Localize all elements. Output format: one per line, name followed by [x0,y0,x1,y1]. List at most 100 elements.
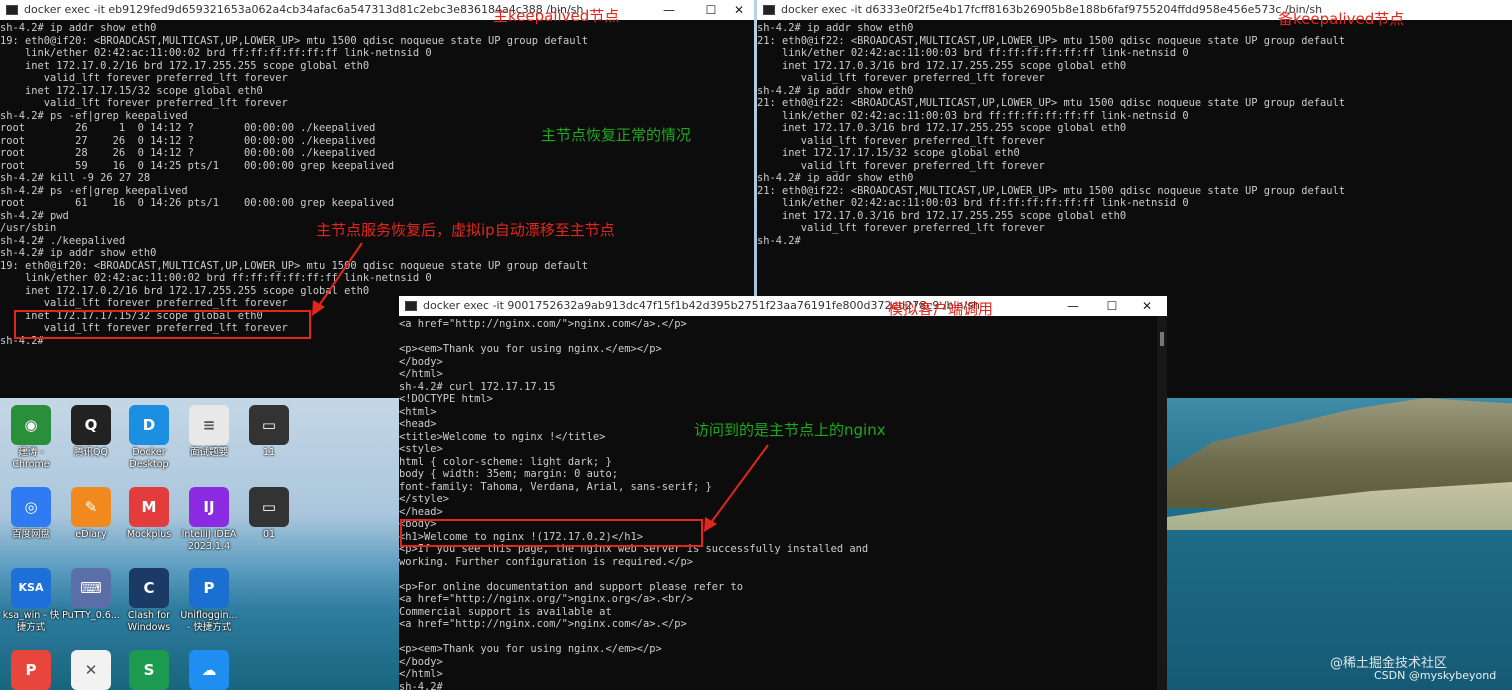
highlight-box-vip [14,310,311,339]
terminal-line: sh-4.2# ip addr show eth0 [0,22,157,34]
terminal-line: root 59 16 0 14:25 pts/1 00:00:00 grep k… [0,159,395,172]
scrollbar[interactable] [1157,316,1167,690]
terminal-line: 21: eth0@if22: <BROADCAST,MULTICAST,UP,L… [757,34,1346,47]
terminal-line: inet 172.17.0.2/16 brd 172.17.255.255 sc… [0,59,370,72]
terminal-line: html { color-scheme: light dark; } [399,455,612,468]
desktop-icon-label: 11 [262,447,276,458]
desktop-icon[interactable]: ⌨ PuTTY_0.6... [60,568,122,622]
terminal-line: <p>For online documentation and support … [399,580,744,593]
terminal-line: </body> [399,355,443,368]
terminal-line: valid_lft forever preferred_lft forever [0,97,288,109]
terminal-line: body { width: 35em; margin: 0 auto; [399,468,618,480]
desktop-icon-label: 建涛 - Chrome [12,447,50,470]
terminal-line: valid_lft forever preferred_lft forever [757,222,1045,234]
terminal-line: font-family: Tahoma, Verdana, Arial, san… [399,480,712,493]
desktop-icon-label: Mockplus [126,529,172,540]
terminal-line: inet 172.17.17.15/32 scope global eth0 [757,147,1020,159]
ediary-icon: ✎ [71,487,111,527]
terminal-line: <a href="http://nginx.org/">nginx.org</a… [399,593,694,605]
minimize-button[interactable]: — [652,0,686,20]
terminal-line: </html> [399,368,443,380]
terminal-line: <html> [399,405,437,418]
client-terminal-window[interactable]: docker exec -it 9001752632a9ab913dc47f15… [399,296,1167,690]
terminal-line: </html> [399,668,443,680]
terminal-icon [6,5,18,15]
watermark-csdn: CSDN @myskybeyond [1374,669,1497,682]
desktop-icon[interactable]: C Clash for Windows [118,568,180,634]
desktop-icon[interactable]: ≡ 面试题要 [178,405,240,459]
docker-whale-icon: D [129,405,169,445]
desktop-icon-label: Unifloggin... - 快捷方式 [180,610,238,633]
highlight-box-h1 [400,519,703,547]
terminal-line: sh-4.2# ip addr show eth0 [0,247,157,259]
terminal-line: sh-4.2# [757,234,808,247]
desktop-icon-label: 01 [262,529,276,540]
minimize-button[interactable]: — [1056,296,1090,316]
desktop-icon-label: eDiary [75,529,107,540]
terminal-line: link/ether 02:42:ac:11:00:02 brd ff:ff:f… [0,47,432,59]
desktop-icon[interactable]: ☁ [178,650,240,690]
desktop-icon[interactable]: Q 腾讯QQ [60,405,122,459]
scrollbar-thumb[interactable] [1160,332,1164,346]
desktop-icon[interactable]: ✎ eDiary [60,487,122,541]
spreadsheet-icon: S [129,650,169,690]
unifloggin-icon: P [189,568,229,608]
desktop-icon[interactable]: P Unifloggin... - 快捷方式 [178,568,240,634]
terminal-output[interactable]: <a href="http://nginx.com/">nginx.com</a… [399,318,1155,690]
annotation-primary-node: 主keepalived节点 [493,7,620,25]
terminal-line: link/ether 02:42:ac:11:00:03 brd ff:ff:f… [757,109,1189,122]
terminal-line: root 61 16 0 14:26 pts/1 00:00:00 grep k… [0,197,395,209]
desktop-icon-label: IntelliJ IDEA 2023.1.4 [181,529,237,552]
terminal-line: <!DOCTYPE html> [399,393,493,405]
desktop-icon-label: Docker Desktop [129,447,169,470]
terminal-line: 19: eth0@if20: <BROADCAST,MULTICAST,UP,L… [0,259,589,272]
desktop-icon-label: Clash for Windows [127,610,171,633]
terminal-line: 21: eth0@if22: <BROADCAST,MULTICAST,UP,L… [757,97,1346,109]
terminal-line: </style> [399,493,450,505]
wps-pdf-icon: P [11,650,51,690]
desktop-icon-label: 腾讯QQ [74,447,108,458]
terminal-line: </body> [399,655,443,668]
desktop-icon[interactable]: IJ IntelliJ IDEA 2023.1.4 [178,487,240,553]
terminal-line: sh-4.2# ip addr show eth0 [757,84,914,97]
desktop-icon[interactable]: KSA ksa_win - 快 捷方式 [0,568,62,634]
close-button[interactable]: ✕ [1130,296,1164,316]
terminal-line: link/ether 02:42:ac:11:00:03 brd ff:ff:f… [757,197,1189,209]
desktop-icon[interactable]: ▭ 11 [238,405,300,459]
desktop-icon[interactable]: ◎ 百度网盘 [0,487,62,541]
desktop-icon[interactable]: M Mockplus [118,487,180,541]
terminal-line: inet 172.17.0.3/16 brd 172.17.255.255 sc… [757,59,1127,72]
terminal-line: <style> [399,443,443,455]
desktop-icon[interactable]: ◉ 建涛 - Chrome [0,405,62,471]
terminal-line: link/ether 02:42:ac:11:00:02 brd ff:ff:f… [0,272,432,284]
terminal-line: working. Further configuration is requir… [399,555,694,568]
ksa-icon: KSA [11,568,51,608]
terminal-icon [763,5,775,15]
desktop-icon[interactable]: ✕ [60,650,122,690]
title-bar[interactable]: docker exec -it 9001752632a9ab913dc47f15… [399,296,1167,316]
putty-icon: ⌨ [71,568,111,608]
terminal-line: valid_lft forever preferred_lft forever [757,159,1045,172]
desktop-icon[interactable]: D Docker Desktop [118,405,180,471]
terminal-line: <p><em>Thank you for using nginx.</em></… [399,343,662,355]
terminal-line: 19: eth0@if20: <BROADCAST,MULTICAST,UP,L… [0,34,589,47]
terminal-line: <a href="http://nginx.com/">nginx.com</a… [399,618,687,630]
desktop-icon[interactable]: ▭ 01 [238,487,300,541]
annotation-primary-recovered: 主节点恢复正常的情况 [541,126,692,144]
terminal-line: sh-4.2# [399,680,450,690]
terminal-line: Commercial support is available at [399,605,612,618]
clash-cat-icon: C [129,568,169,608]
annotation-backup-node: 备keepalived节点 [1278,10,1405,28]
terminal-line: valid_lft forever preferred_lft forever [757,72,1045,84]
xmind-icon: ✕ [71,650,111,690]
desktop-icon[interactable]: S [118,650,180,690]
document-icon: ≡ [189,405,229,445]
title-bar[interactable]: docker exec -it eb9129fed9d659321653a062… [0,0,754,20]
desktop-icon[interactable]: P [0,650,62,690]
terminal-line: 21: eth0@if22: <BROADCAST,MULTICAST,UP,L… [757,184,1346,197]
maximize-button[interactable]: ☐ [1095,296,1129,316]
close-button[interactable]: ✕ [722,0,754,20]
terminal-line: sh-4.2# kill -9 26 27 28 [0,172,151,184]
